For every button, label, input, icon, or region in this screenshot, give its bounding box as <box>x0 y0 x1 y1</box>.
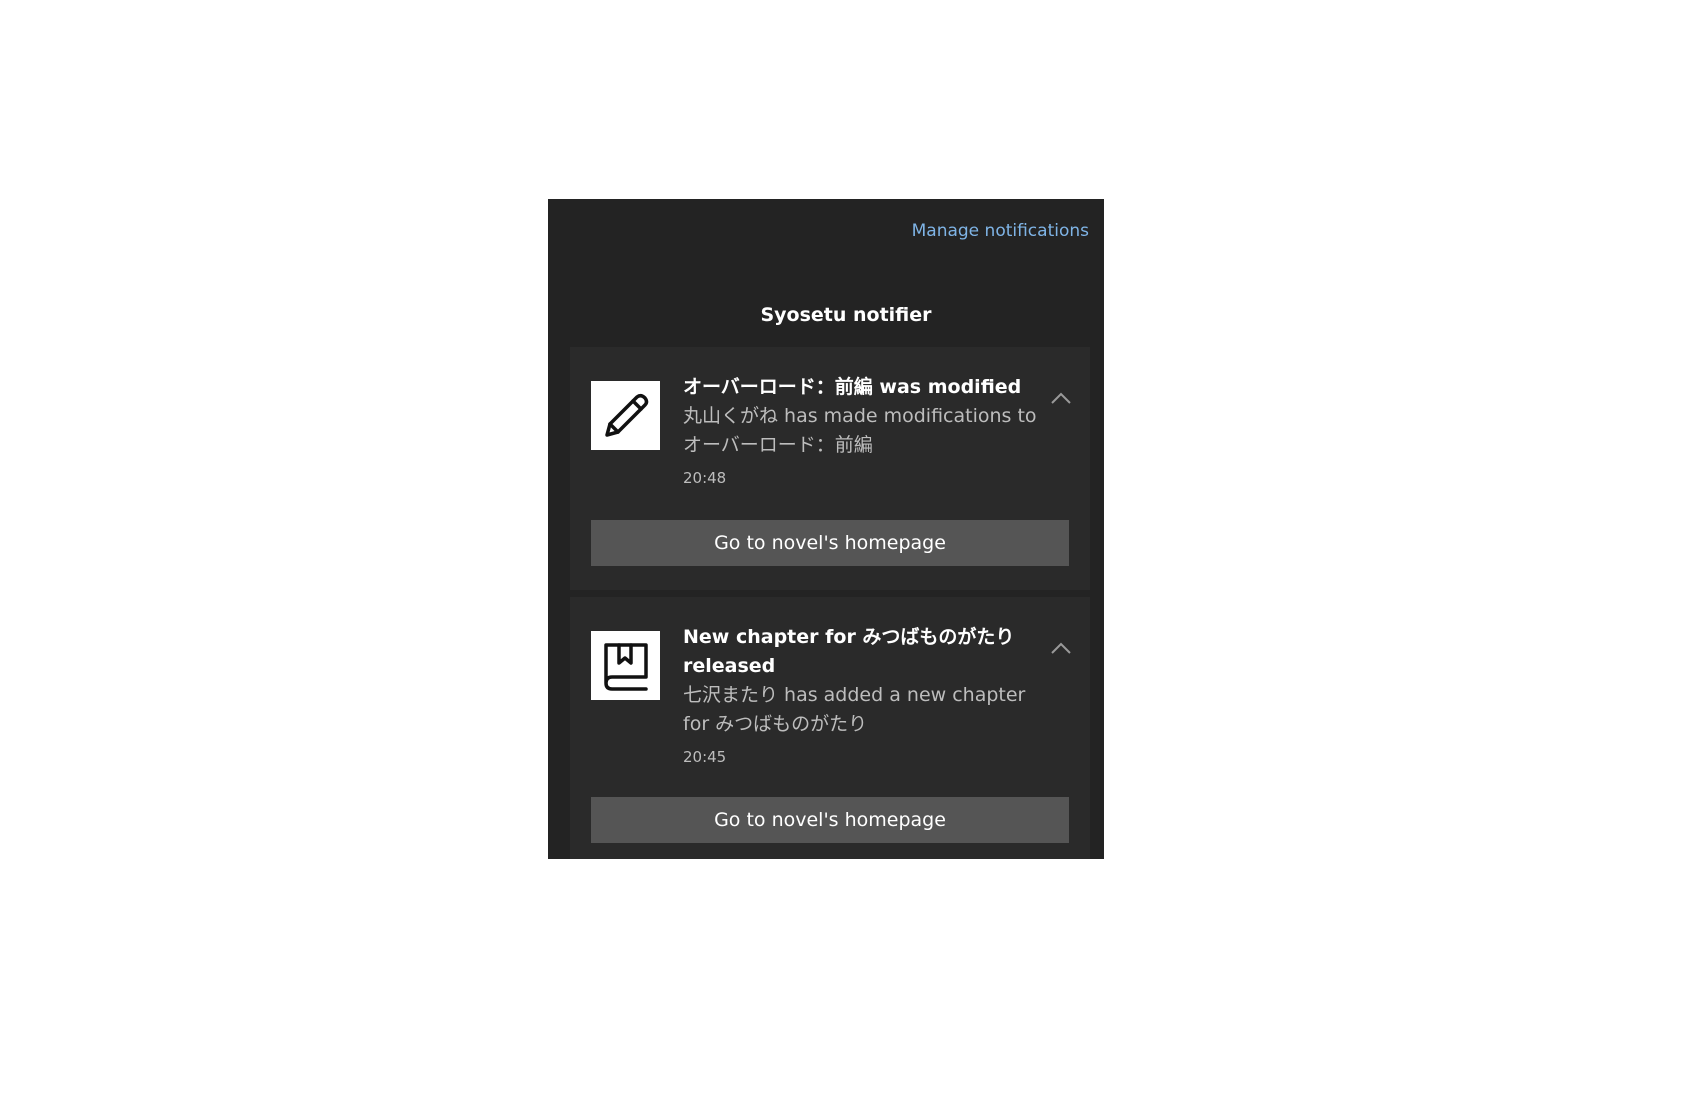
notification-body: 七沢またり has added a new chapter for みつばものが… <box>683 684 1026 735</box>
notification-title: オーバーロード：前編 was modified <box>683 376 1022 398</box>
notification-time: 20:45 <box>683 748 727 766</box>
notification-card[interactable]: New chapter for みつばものがたり released 七沢またり … <box>570 597 1090 859</box>
chevron-up-icon[interactable] <box>1050 391 1072 405</box>
go-to-homepage-button[interactable]: Go to novel's homepage <box>591 797 1069 843</box>
notification-title: New chapter for みつばものがたり released <box>683 626 1015 677</box>
pencil-icon <box>591 381 660 450</box>
manage-notifications-link[interactable]: Manage notifications <box>912 221 1089 241</box>
notification-body: 丸山くがね has made modifications to オーバーロード：… <box>683 405 1037 456</box>
go-to-homepage-button[interactable]: Go to novel's homepage <box>591 520 1069 566</box>
notification-card[interactable]: オーバーロード：前編 was modified 丸山くがね has made m… <box>570 347 1090 590</box>
notification-time: 20:48 <box>683 469 727 487</box>
book-icon <box>591 631 660 700</box>
chevron-up-icon[interactable] <box>1050 641 1072 655</box>
app-group-title: Syosetu notifier <box>760 304 932 326</box>
action-center-panel: Manage notifications Syosetu notifier オー… <box>548 199 1104 859</box>
